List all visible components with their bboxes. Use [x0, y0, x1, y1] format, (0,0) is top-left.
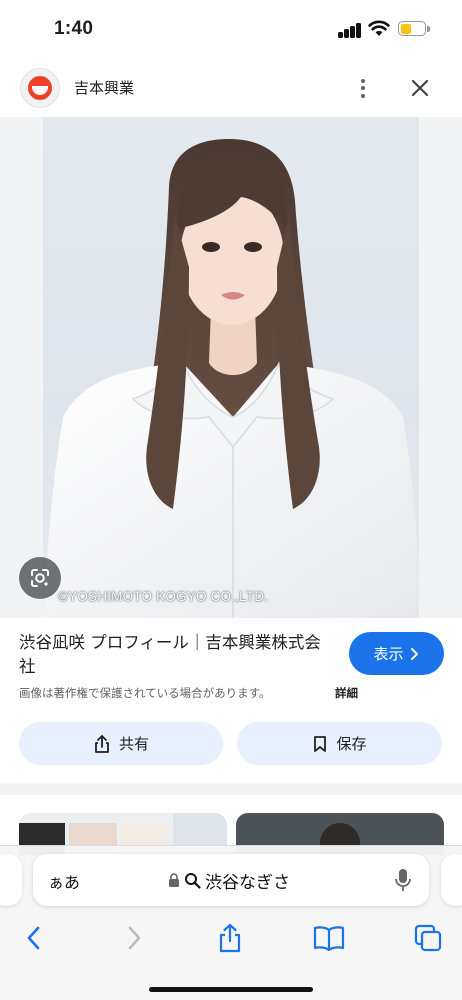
forward-icon — [128, 926, 141, 950]
url-display[interactable]: 渋谷なぎさ — [168, 868, 290, 893]
details-link[interactable]: 詳細 — [335, 685, 358, 701]
chevron-right-icon — [410, 647, 418, 660]
status-time: 1:40 — [54, 18, 94, 39]
source-name[interactable]: 吉本興業 — [74, 77, 134, 98]
next-tab-preview[interactable] — [441, 854, 462, 906]
more-options-icon[interactable] — [350, 72, 376, 104]
battery-cap — [427, 26, 430, 32]
save-button[interactable]: 保存 — [237, 722, 442, 765]
browser-bottom-bar: ぁあ 渋谷なぎさ — [0, 845, 462, 1000]
yoshimoto-logo-icon — [28, 76, 52, 100]
copyright-note: 画像は著作権で保護されている場合があります。 — [19, 686, 271, 700]
bookmarks-icon — [313, 926, 345, 951]
bookmark-icon — [314, 735, 327, 752]
browser-toolbar — [0, 918, 462, 958]
source-header: 吉本興業 — [0, 62, 462, 114]
url-query-text: 渋谷なぎさ — [205, 873, 290, 893]
tabs-icon — [414, 924, 442, 952]
battery-level — [400, 23, 411, 34]
image-watermark: ©YOSHIMOTO KOGYO CO.,LTD. — [58, 589, 269, 604]
profile-photo[interactable] — [43, 117, 419, 618]
source-logo[interactable] — [20, 68, 60, 108]
google-lens-icon — [31, 569, 49, 587]
battery-icon — [398, 21, 426, 36]
back-button[interactable] — [16, 920, 52, 956]
wifi-icon — [368, 20, 390, 36]
view-button-label: 表示 — [373, 645, 404, 663]
save-button-label: 保存 — [336, 735, 367, 753]
bookmarks-button[interactable] — [311, 920, 347, 956]
microphone-icon[interactable] — [393, 867, 413, 893]
address-bar[interactable]: ぁあ 渋谷なぎさ — [33, 854, 429, 906]
back-icon — [27, 926, 40, 950]
result-title[interactable]: 渋谷凪咲 プロフィール｜吉本興業株式会社 — [19, 631, 337, 679]
section-divider — [0, 783, 462, 795]
lock-icon — [169, 873, 179, 887]
home-indicator — [149, 987, 313, 992]
previous-tab-preview[interactable] — [0, 854, 22, 906]
view-button[interactable]: 表示 — [349, 632, 444, 675]
tabs-button[interactable] — [410, 920, 446, 956]
forward-button[interactable] — [116, 920, 152, 956]
status-bar: 1:40 — [0, 0, 462, 62]
share-button-label: 共有 — [118, 735, 149, 753]
image-preview-area: ©YOSHIMOTO KOGYO CO.,LTD. — [0, 117, 462, 618]
share-icon — [95, 734, 109, 753]
portrait-illustration — [43, 139, 419, 618]
search-icon — [185, 873, 201, 889]
browser-share-button[interactable] — [212, 920, 248, 956]
signal-icon — [338, 22, 362, 38]
page-settings-button[interactable]: ぁあ — [48, 869, 80, 893]
browser-share-icon — [219, 923, 241, 953]
google-lens-button[interactable] — [19, 557, 61, 599]
close-icon[interactable] — [404, 72, 436, 104]
share-button[interactable]: 共有 — [19, 722, 223, 765]
